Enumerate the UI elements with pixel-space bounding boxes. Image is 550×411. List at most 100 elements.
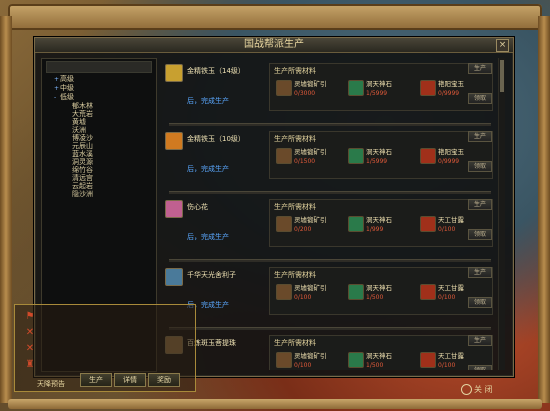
tower-icon[interactable]: ♜ [21, 359, 39, 373]
material-count: 1/500 [366, 294, 384, 301]
material-name: 灵墟锻矿引 [294, 148, 327, 156]
tree-place-item[interactable]: 大荒岩 [42, 110, 156, 118]
material-item[interactable]: 洞天神石 1/999 [346, 214, 408, 242]
tab-details[interactable]: 详情 [114, 373, 146, 387]
completion-text: 后，完成生产 [187, 97, 229, 105]
scrollbar-thumb[interactable] [500, 60, 504, 92]
material-item[interactable]: 灵墟锻矿引 0/1500 [274, 146, 336, 174]
material-icon [420, 148, 436, 164]
material-name: 洞天神石 [366, 80, 392, 88]
material-count: 0/9999 [438, 90, 460, 97]
collect-button[interactable]: 领取 [468, 229, 492, 240]
tree-place-item[interactable]: 蓝水溪 [42, 150, 156, 158]
material-count: 0/100 [294, 362, 312, 369]
material-icon [348, 216, 364, 232]
material-name: 灵墟锻矿引 [294, 284, 327, 292]
tree-group-label: 低级 [60, 93, 74, 101]
material-count: 1/5999 [366, 90, 388, 97]
material-item[interactable]: 灵墟锻矿引 0/100 [274, 282, 336, 310]
material-icon [276, 80, 292, 96]
close-button[interactable]: 关 闭 [474, 384, 493, 395]
material-name: 灵墟锻矿引 [294, 216, 327, 224]
close-circle-icon[interactable] [461, 384, 472, 395]
material-count: 0/200 [294, 226, 312, 233]
completion-text: 后，完成生产 [187, 233, 229, 241]
tree-group-item[interactable]: +高级 [42, 75, 156, 84]
production-entry: 伤心花 后，完成生产 生产所需材料 灵墟锻矿引 0/200 洞天神石 1/999 天工甘露 0/… [163, 196, 497, 264]
produce-button[interactable]: 生产 [468, 199, 492, 210]
materials-panel: 生产所需材料 灵墟锻矿引 0/100 洞天神石 1/500 天工甘露 0/100 [269, 335, 493, 370]
material-count: 0/100 [438, 294, 456, 301]
materials-header: 生产所需材料 [274, 203, 316, 211]
tree-search-bar[interactable] [46, 61, 152, 73]
item-icon[interactable] [165, 268, 183, 286]
material-name: 洞天神石 [366, 284, 392, 292]
scroll-frame-right [538, 16, 550, 403]
material-name: 洞天神石 [366, 216, 392, 224]
tree-place-item[interactable]: 元辰山 [42, 142, 156, 150]
crossed-swords-icon[interactable]: ✕ [21, 343, 39, 357]
material-name: 天工甘露 [438, 216, 464, 224]
produce-button[interactable]: 生产 [468, 267, 492, 278]
collect-button[interactable]: 领取 [468, 297, 492, 308]
entry-divider [169, 327, 491, 330]
entry-divider [169, 123, 491, 126]
material-item[interactable]: 洞天神石 1/5999 [346, 78, 408, 106]
tree-place-item[interactable]: 博凌沙 [42, 134, 156, 142]
tree-place-item[interactable]: 云起岩 [42, 182, 156, 190]
collect-button[interactable]: 领取 [468, 161, 492, 172]
tree-group-label: 中级 [60, 84, 74, 92]
tree-group-item[interactable]: +中级 [42, 84, 156, 93]
item-icon[interactable] [165, 64, 183, 82]
material-item[interactable]: 灵墟锻矿引 0/100 [274, 350, 336, 370]
flag-icon[interactable]: ⚑ [21, 311, 39, 325]
tree-group-item[interactable]: - 低级 [42, 93, 156, 102]
tab-rewards[interactable]: 奖励 [148, 373, 180, 387]
material-name: 洞天神石 [366, 352, 392, 360]
material-icon [276, 216, 292, 232]
material-item[interactable]: 洞天神石 1/500 [346, 350, 408, 370]
item-icon[interactable] [165, 200, 183, 218]
material-name: 天工甘露 [438, 352, 464, 360]
item-name: 金精铁玉（10级） [187, 135, 245, 143]
tree-place-item[interactable]: 清远宫 [42, 174, 156, 182]
materials-panel: 生产所需材料灵墟锻矿引 0/3000 洞天神石 1/5999 艳阳宝玉 0/9999 [269, 63, 493, 111]
close-icon[interactable]: × [496, 39, 509, 52]
material-item[interactable]: 灵墟锻矿引 0/200 [274, 214, 336, 242]
material-icon [420, 284, 436, 300]
crossed-swords-icon[interactable]: ✕ [21, 327, 39, 341]
material-name: 灵墟锻矿引 [294, 352, 327, 360]
collect-button[interactable]: 领取 [468, 93, 492, 104]
tree-place-item[interactable]: 绵竹谷 [42, 166, 156, 174]
tree-place-item[interactable]: 沃洲 [42, 126, 156, 134]
scroll-frame-top [8, 4, 542, 30]
collect-button[interactable]: 领取 [468, 365, 492, 370]
window-titlebar: 国战帮派生产 × [35, 38, 513, 53]
materials-panel: 生产所需材料 灵墟锻矿引 0/100 洞天神石 1/500 天工甘露 0/100 [269, 267, 493, 315]
materials-header: 生产所需材料 [274, 271, 316, 279]
material-icon [276, 148, 292, 164]
material-name: 艳阳宝玉 [438, 80, 464, 88]
production-entry: 金精铁玉（14级） 后，完成生产 生产所需材料灵墟锻矿引 0/3000 洞天神石 1/59… [163, 60, 497, 128]
forecast-icons: ⚑ ✕ ✕ ♜ [21, 311, 39, 375]
tree-place-item[interactable]: 郁木林 [42, 102, 156, 110]
material-icon [348, 284, 364, 300]
tab-production[interactable]: 生产 [80, 373, 112, 387]
produce-button[interactable]: 生产 [468, 63, 492, 74]
material-item[interactable]: 洞天神石 1/5999 [346, 146, 408, 174]
material-count: 0/100 [294, 294, 312, 301]
tree-place-item[interactable]: 洞灵源 [42, 158, 156, 166]
material-name: 洞天神石 [366, 148, 392, 156]
tree-place-item[interactable]: 隐沙洲 [42, 190, 156, 198]
produce-button[interactable]: 生产 [468, 131, 492, 142]
item-name: 金精铁玉（14级） [187, 67, 245, 75]
list-scrollbar[interactable] [498, 58, 505, 370]
material-item[interactable]: 灵墟锻矿引 0/3000 [274, 78, 336, 106]
item-icon[interactable] [165, 132, 183, 150]
materials-header: 生产所需材料 [274, 67, 316, 75]
entry-divider [169, 191, 491, 194]
material-item[interactable]: 洞天神石 1/500 [346, 282, 408, 310]
material-count: 0/100 [438, 226, 456, 233]
tree-place-item[interactable]: 黄墟 [42, 118, 156, 126]
produce-button[interactable]: 生产 [468, 335, 492, 346]
